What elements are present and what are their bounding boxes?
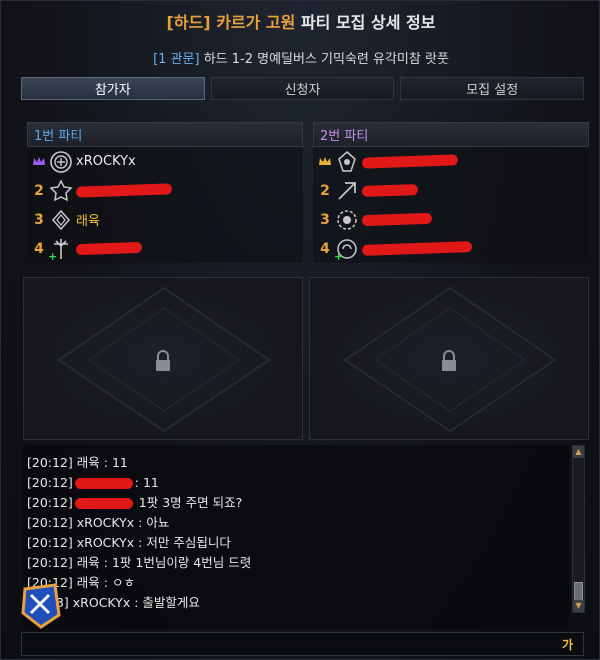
- plus-icon: +: [48, 249, 58, 263]
- scroll-down-icon[interactable]: ▼: [573, 600, 584, 612]
- locked-party-slot: [23, 277, 303, 440]
- slot-number: 4: [320, 240, 330, 257]
- party-1-member-1[interactable]: xROCKYx: [27, 147, 303, 176]
- party-recruit-window: [하드] 카르가 고원 파티 모집 상세 정보 [1 관문] 하드 1-2 명예…: [0, 0, 600, 660]
- redacted-name: [75, 241, 143, 256]
- crown-icon: [317, 156, 333, 167]
- redacted-name: [361, 212, 433, 227]
- party-2-member-4[interactable]: 4 +: [313, 234, 589, 263]
- support-emblem-icon: +: [48, 237, 73, 263]
- chat-message: [20:12] xROCKYx : 아뇨: [27, 515, 170, 530]
- tab-recruit-settings[interactable]: 모집 설정: [400, 77, 585, 100]
- locked-party-slot: [309, 277, 589, 440]
- redacted-name: [361, 184, 419, 197]
- chat-message: [2 :13] xROCKYx : 출발할게요: [27, 595, 200, 610]
- chat-input[interactable]: 가: [21, 632, 584, 656]
- class-badge-icon: [21, 583, 61, 633]
- class-emblem-icon: [335, 208, 359, 232]
- scroll-up-icon[interactable]: ▲: [573, 446, 584, 458]
- chat-log[interactable]: [20:12] 래육 : 11 [20:12]: 11 [20:12] 1팟 3…: [23, 445, 569, 629]
- tab-bar: 참가자 신청자 모집 설정: [21, 77, 585, 100]
- party-1-member-2[interactable]: 2: [27, 176, 303, 205]
- class-emblem-icon: [49, 178, 73, 203]
- slot-number: 2: [34, 182, 44, 199]
- redacted-name: [361, 154, 459, 169]
- class-emblem-icon: [49, 208, 73, 232]
- raid-name: 카르가 고원: [216, 13, 296, 32]
- plus-icon: +: [334, 249, 344, 263]
- slot-number: 3: [34, 211, 44, 228]
- party-2-member-3[interactable]: 3: [313, 205, 589, 234]
- class-emblem-icon: [335, 179, 359, 203]
- crown-icon: [31, 156, 47, 167]
- description-text: 하드 1-2 명예딜버스 기믹숙련 유각미참 랏풋: [203, 52, 449, 67]
- chat-message: [20:12] xROCKYx : 저만 주심됩니다: [27, 535, 231, 550]
- redacted-name: [75, 183, 173, 198]
- lock-icon: [440, 350, 458, 376]
- stage-label: [1 관문]: [153, 52, 200, 67]
- party-1-panel: 1번 파티 xROCKYx 2 3 래육 4 +: [27, 122, 303, 263]
- recruit-description: [1 관문] 하드 1-2 명예딜버스 기믹숙련 유각미참 랏풋: [1, 48, 600, 67]
- chat-message: [20:12] 래육 : 1팟 1번님이랑 4번님 드렷: [27, 555, 252, 570]
- chat-scrollbar[interactable]: ▲ ▼: [572, 445, 585, 613]
- party-1-member-3[interactable]: 3 래육: [27, 205, 303, 234]
- redacted-name: [74, 477, 133, 489]
- slot-number: 4: [34, 240, 44, 257]
- slot-number: 2: [320, 182, 330, 199]
- lock-icon: [154, 350, 172, 376]
- party-2-member-1[interactable]: [313, 147, 589, 176]
- member-name: 래육: [76, 214, 100, 229]
- class-emblem-icon: [49, 150, 73, 174]
- chat-message: [20:12]: 11: [27, 475, 159, 490]
- party-1-title: 1번 파티: [27, 122, 303, 147]
- ime-language-indicator[interactable]: 가: [562, 636, 573, 653]
- chat-message: [20:12] 1팟 3명 주면 되죠?: [27, 495, 243, 510]
- raid-difficulty-tag: [하드]: [166, 13, 211, 32]
- title-suffix: 파티 모집 상세 정보: [300, 13, 436, 32]
- chat-message: [20:12] 래육 : ㅇㅎ: [27, 575, 135, 590]
- redacted-name: [74, 497, 133, 509]
- party-1-member-4[interactable]: 4 +: [27, 234, 303, 263]
- slot-number: 3: [320, 211, 330, 228]
- scroll-thumb[interactable]: [574, 582, 583, 602]
- tab-participants[interactable]: 참가자: [21, 77, 205, 100]
- redacted-name: [361, 241, 473, 256]
- party-2-panel: 2번 파티 2 3 4 +: [313, 122, 589, 263]
- party-2-member-2[interactable]: 2: [313, 176, 589, 205]
- tab-applicants[interactable]: 신청자: [210, 77, 395, 100]
- window-title: [하드] 카르가 고원 파티 모집 상세 정보: [1, 9, 600, 35]
- party-2-title: 2번 파티: [313, 122, 589, 147]
- support-emblem-icon: +: [334, 237, 359, 263]
- chat-message: [20:12] 래육 : 11: [27, 455, 128, 470]
- class-emblem-icon: [335, 150, 359, 174]
- member-name: xROCKYx: [76, 154, 136, 169]
